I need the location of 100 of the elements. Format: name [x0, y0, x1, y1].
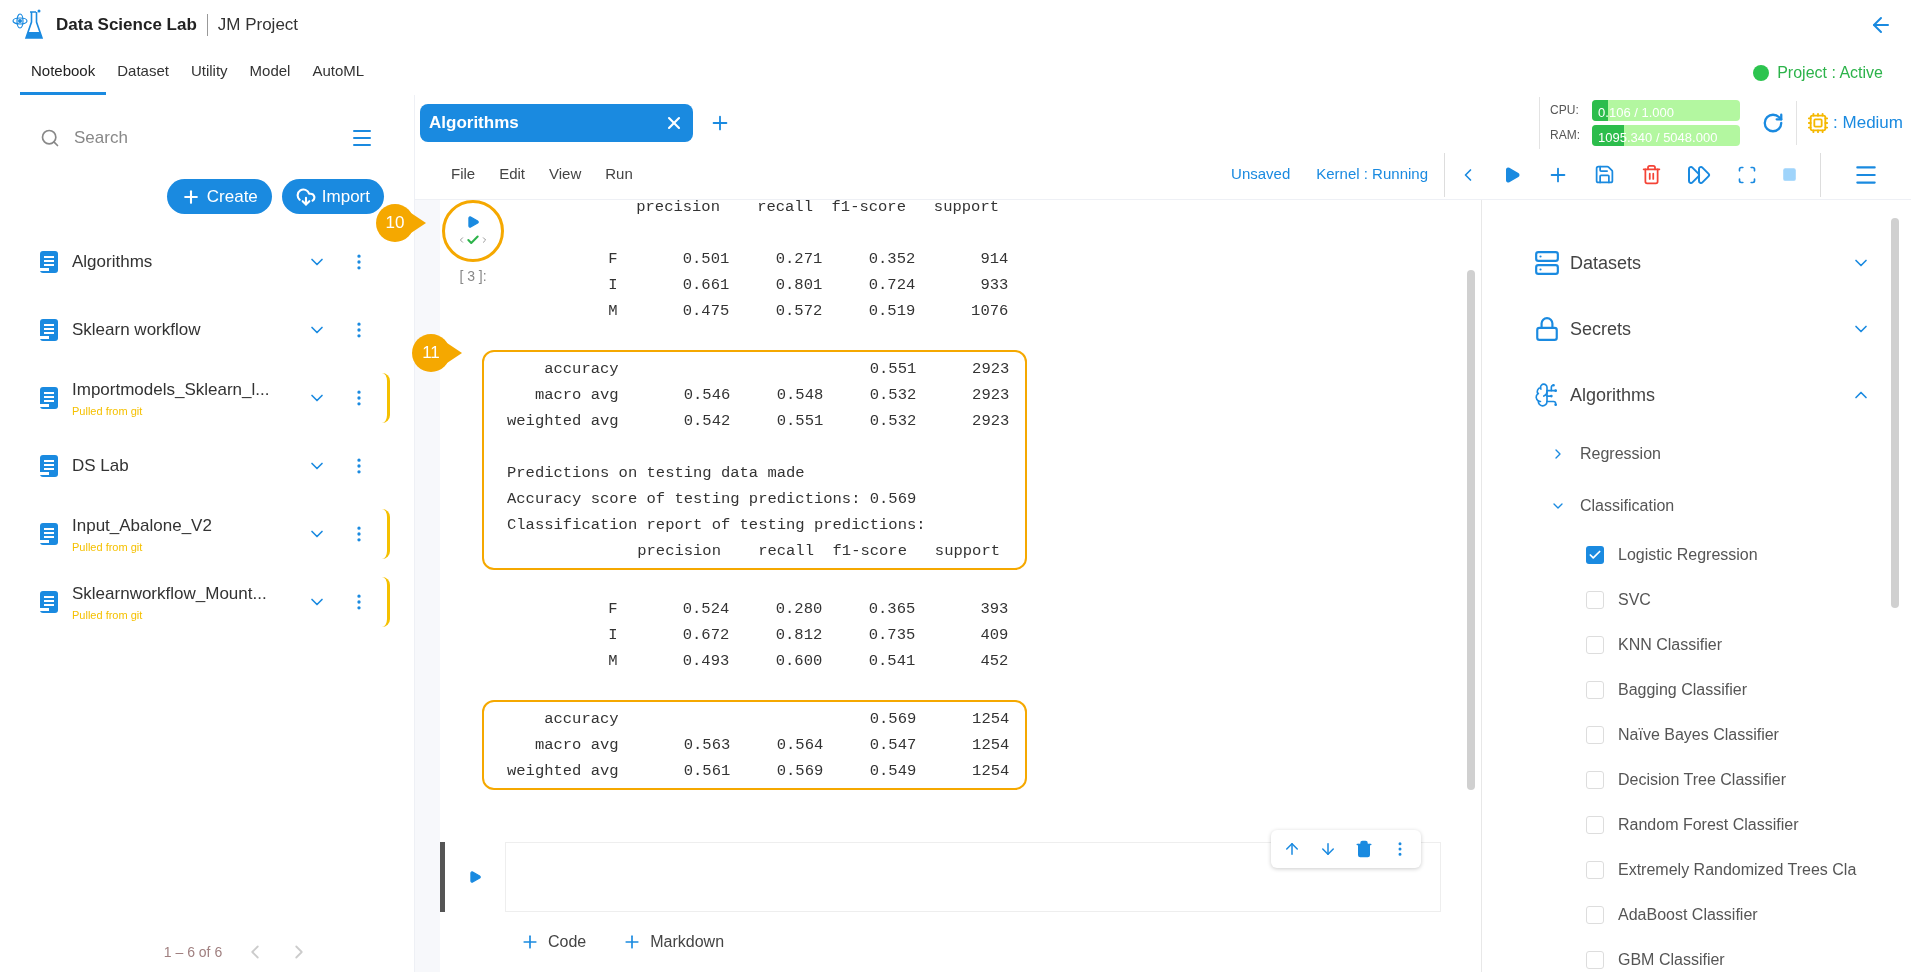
notebook-icon	[40, 455, 58, 477]
tab-label: Algorithms	[429, 111, 520, 134]
menu-item[interactable]: View	[549, 163, 582, 186]
algorithm-label: Logistic Regression	[1618, 544, 1758, 565]
server-icon	[1534, 250, 1560, 276]
fullscreen-icon[interactable]	[1736, 164, 1757, 185]
instance-size: : Medium	[1833, 111, 1903, 134]
notebook-icon	[40, 591, 58, 613]
lock-icon	[1534, 316, 1560, 342]
algorithm-label: AdaBoost Classifier	[1618, 904, 1758, 925]
notebook-name: Sklearn workflow	[72, 319, 202, 342]
run-cell-icon[interactable]	[466, 215, 480, 229]
accordion-header[interactable]: Algorithms	[1534, 362, 1871, 428]
notebook-name: Input_Abalone_V2	[72, 515, 213, 537]
algorithm-label: KNN Classifier	[1618, 634, 1722, 655]
notebook-icon	[40, 251, 58, 273]
output-line: Predictions on testing data made	[507, 463, 805, 484]
brain-icon	[1534, 382, 1560, 408]
resource-label: RAM:	[1550, 127, 1582, 144]
move-up-icon[interactable]	[1283, 840, 1301, 858]
notebook-item[interactable]: Sklearn workflow	[40, 305, 390, 355]
checkbox[interactable]	[1586, 680, 1604, 699]
add-cell-button[interactable]: Code	[520, 930, 587, 954]
notebook-item[interactable]: Sklearnworkflow_Mount... Pulled from git	[40, 577, 390, 627]
notebook-icon	[40, 387, 58, 409]
output-line: macro avg 0.563 0.564 0.547 1254	[533, 735, 1010, 756]
cell-prompt: [ 3 ]:	[459, 267, 487, 286]
output-line: weighted avg 0.561 0.569 0.549 1254	[507, 761, 1010, 782]
algorithm-label: Decision Tree Classifier	[1618, 769, 1787, 790]
nav-tab[interactable]: Dataset	[106, 50, 180, 95]
output-line: I 0.672 0.812 0.735 409	[607, 625, 1009, 646]
checkbox[interactable]	[1586, 545, 1604, 564]
checkbox[interactable]	[1586, 905, 1604, 924]
delete-icon[interactable]	[1640, 164, 1662, 185]
import-button[interactable]: Import	[281, 179, 384, 214]
save-icon[interactable]	[1594, 164, 1616, 185]
notebook-item[interactable]: Importmodels_Sklearn_l... Pulled from git	[40, 373, 390, 423]
checkbox[interactable]	[1586, 725, 1604, 744]
save-status: Unsaved	[1231, 164, 1291, 185]
create-button[interactable]: Create	[166, 179, 272, 214]
git-source-label: Pulled from git	[72, 607, 144, 623]
project-name: JM Project	[217, 14, 299, 37]
nav-tab[interactable]: Utility	[179, 50, 239, 95]
run-cell-icon[interactable]	[468, 870, 482, 884]
move-down-icon[interactable]	[1319, 840, 1337, 858]
output-line: accuracy 0.569 1254	[543, 709, 1010, 730]
tree-item[interactable]: Classification	[1534, 480, 1871, 532]
notebook-icon	[40, 319, 58, 341]
refresh-icon[interactable]	[1762, 111, 1785, 134]
checkbox[interactable]	[1586, 950, 1604, 969]
output-line: Classification report of testing predictions:	[507, 515, 926, 536]
notebook-item[interactable]: Input_Abalone_V2 Pulled from git	[40, 509, 390, 559]
output-line: I 0.661 0.801 0.724 933	[607, 275, 1009, 296]
file-tab[interactable]: Algorithms	[420, 103, 693, 142]
checkbox[interactable]	[1586, 815, 1604, 834]
accordion-header[interactable]: Datasets	[1534, 230, 1871, 296]
checkbox[interactable]	[1586, 770, 1604, 789]
menu-item[interactable]: Run	[605, 163, 633, 186]
search-icon	[40, 128, 60, 148]
nav-tab[interactable]: AutoML	[301, 50, 376, 95]
menu-item[interactable]: Edit	[499, 163, 526, 186]
checkbox[interactable]	[1586, 860, 1604, 879]
notebook-name: DS Lab	[72, 455, 130, 478]
notebook-name: Importmodels_Sklearn_l...	[72, 379, 271, 401]
accordion-header[interactable]: Secrets	[1534, 296, 1871, 362]
code-input-field[interactable]	[505, 842, 1441, 912]
git-source-label: Pulled from git	[72, 403, 144, 419]
checkbox[interactable]	[1586, 590, 1604, 609]
output-line: weighted avg 0.542 0.551 0.532 2923	[507, 411, 1010, 432]
chip-icon	[1807, 111, 1830, 134]
output-line: F 0.524 0.280 0.365 393	[607, 599, 1009, 620]
output-line: macro avg 0.546 0.548 0.532 2923	[533, 385, 1010, 406]
search-field[interactable]: Search	[74, 125, 336, 151]
output-line: Accuracy score of testing predictions: 0.569	[507, 489, 917, 510]
nav-tab[interactable]: Model	[238, 50, 302, 95]
git-source-label: Pulled from git	[72, 539, 144, 555]
algorithm-label: Bagging Classifier	[1618, 679, 1747, 700]
cloud-download-icon	[295, 186, 316, 207]
add-cell-button[interactable]: Markdown	[622, 930, 725, 954]
output-line: precision recall f1-score support	[635, 197, 999, 218]
notebook-item[interactable]: DS Lab	[40, 441, 390, 491]
notebook-name: Algorithms	[72, 251, 154, 274]
output-line: M 0.493 0.600 0.541 452	[607, 651, 1009, 672]
run-icon[interactable]	[1503, 165, 1522, 184]
output-line: accuracy 0.551 2923	[543, 359, 1010, 380]
algorithm-label: Naïve Bayes Classifier	[1618, 724, 1779, 745]
code-check-icon	[457, 233, 489, 247]
project-status: Project : Active	[1777, 62, 1883, 83]
output-line: M 0.475 0.572 0.519 1076	[607, 301, 1009, 322]
algorithm-label: Random Forest Classifier	[1618, 814, 1799, 835]
tree-item[interactable]: Regression	[1534, 428, 1871, 480]
checkbox[interactable]	[1586, 635, 1604, 654]
delete-icon[interactable]	[1355, 840, 1373, 858]
notebook-icon	[40, 523, 58, 545]
algorithm-label: GBM Classifier	[1618, 949, 1725, 970]
app-title: Data Science Lab	[56, 14, 197, 37]
output-line: precision recall f1-score support	[636, 541, 1000, 562]
algorithm-label: SVC	[1618, 589, 1651, 610]
pagination-text: 1 – 6 of 6	[163, 942, 223, 962]
menu-item[interactable]: File	[451, 163, 476, 186]
